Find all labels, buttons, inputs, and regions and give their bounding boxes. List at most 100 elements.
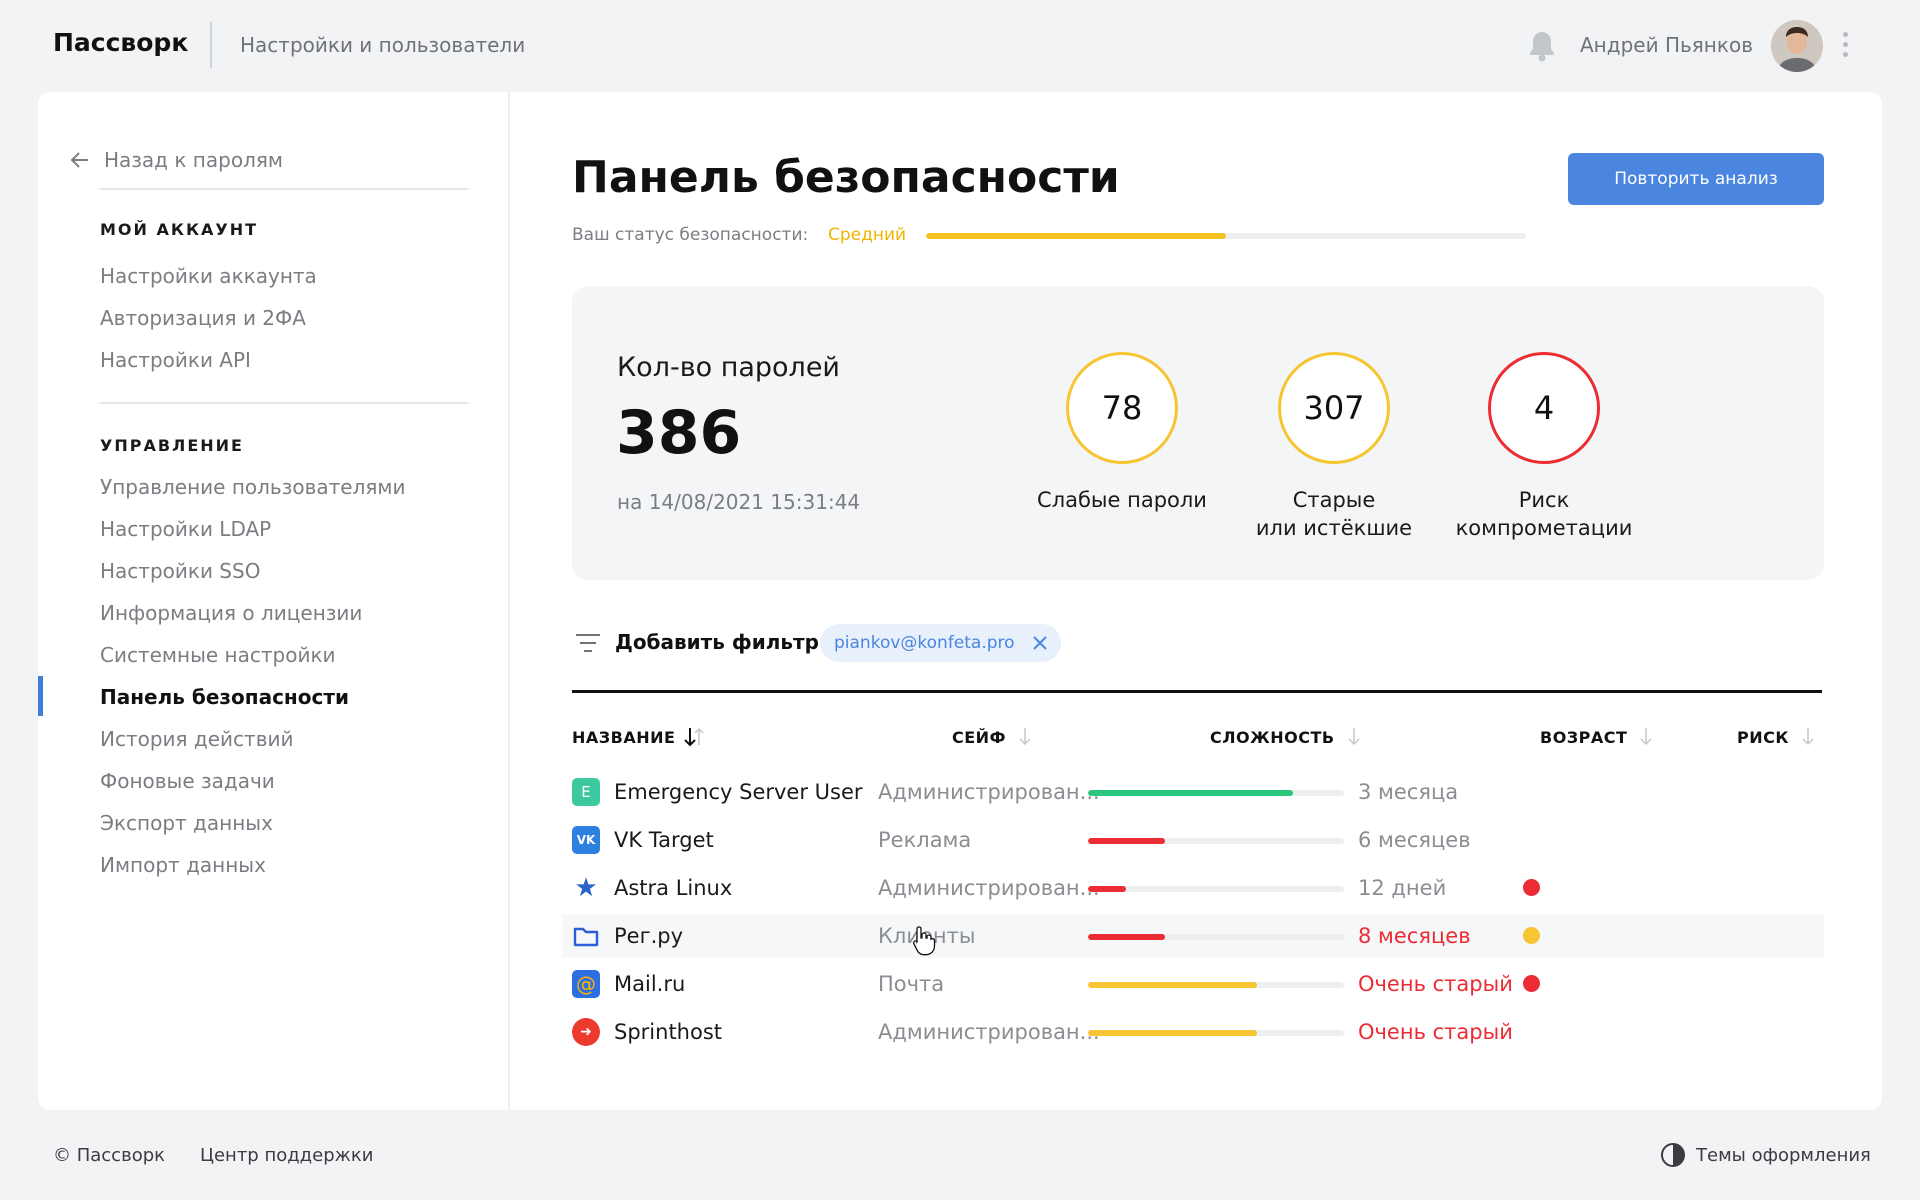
- avatar[interactable]: [1771, 20, 1823, 72]
- complexity-bar: [1088, 982, 1344, 988]
- sidebar-item-history[interactable]: История действий: [100, 727, 294, 751]
- row-age: 6 месяцев: [1358, 828, 1471, 852]
- themes-button[interactable]: Темы оформления: [1660, 1142, 1871, 1168]
- table-row[interactable]: @ Mail.ru Почта Очень старый: [562, 962, 1824, 1006]
- sidebar-item-system[interactable]: Системные настройки: [100, 643, 336, 667]
- vk-icon: VK: [572, 826, 600, 854]
- metric-caption: Слабые пароли: [1037, 488, 1207, 512]
- main-content: Панель безопасности Повторить анализ Ваш…: [510, 92, 1882, 1110]
- metric-weak[interactable]: 78 Слабые пароли: [1002, 352, 1242, 514]
- sidebar-item-background-tasks[interactable]: Фоновые задачи: [100, 769, 275, 793]
- password-count-date: на 14/08/2021 15:31:44: [617, 490, 861, 514]
- metric-old[interactable]: 307 Старые или истёкшие: [1214, 352, 1454, 542]
- column-header-complexity[interactable]: СЛОЖНОСТЬ: [1210, 726, 1365, 748]
- password-count-value: 386: [616, 398, 742, 468]
- complexity-bar: [1088, 838, 1344, 844]
- column-header-label: ВОЗРАСТ: [1540, 727, 1628, 747]
- hand-cursor-icon: [913, 926, 936, 956]
- metric-caption: Риск компрометации: [1455, 488, 1633, 540]
- sort-down-icon[interactable]: [1635, 726, 1657, 748]
- top-divider: [210, 22, 212, 68]
- row-safe: Администрирован...: [878, 876, 1100, 900]
- row-name: ★ Astra Linux: [572, 866, 732, 910]
- column-header-safe[interactable]: СЕЙФ: [952, 726, 1036, 748]
- page-title: Панель безопасности: [572, 152, 1120, 203]
- filter-icon[interactable]: [575, 633, 601, 653]
- sidebar-divider: [100, 402, 468, 404]
- table-row[interactable]: E Emergency Server User Администрирован.…: [562, 770, 1824, 814]
- more-menu-icon[interactable]: [1840, 32, 1850, 60]
- user-name[interactable]: Андрей Пьянков: [1580, 33, 1753, 57]
- add-filter-button[interactable]: Добавить фильтр: [615, 630, 819, 654]
- metric-ring: 78: [1066, 352, 1178, 464]
- letter-e-icon: E: [572, 778, 600, 806]
- column-header-name[interactable]: НАЗВАНИЕ: [572, 726, 705, 748]
- back-to-passwords-link[interactable]: Назад к паролям: [68, 148, 283, 172]
- sidebar-item-users[interactable]: Управление пользователями: [100, 475, 405, 499]
- complexity-fill: [1088, 838, 1165, 844]
- row-name: E Emergency Server User: [572, 770, 863, 814]
- sidebar-divider: [100, 188, 468, 190]
- password-count-label: Кол-во паролей: [617, 352, 840, 383]
- row-name: ➜ Sprinthost: [572, 1010, 722, 1054]
- row-age: Очень старый: [1358, 1020, 1513, 1044]
- sidebar-item-security[interactable]: Панель безопасности: [100, 685, 349, 709]
- complexity-fill: [1088, 982, 1257, 988]
- sort-down-icon[interactable]: [1797, 726, 1819, 748]
- contrast-icon: [1661, 1143, 1685, 1167]
- metric-ring: 4: [1488, 352, 1600, 464]
- row-age: 12 дней: [1358, 876, 1447, 900]
- column-header-age[interactable]: ВОЗРАСТ: [1540, 726, 1657, 748]
- sidebar-item-license[interactable]: Информация о лицензии: [100, 601, 362, 625]
- active-indicator: [38, 676, 43, 716]
- footer-copyright: © Пассворк: [53, 1145, 165, 1166]
- sidebar-item-api-settings[interactable]: Настройки API: [100, 348, 251, 372]
- row-name-text: Sprinthost: [614, 1020, 723, 1044]
- row-safe: Почта: [878, 972, 945, 996]
- complexity-bar: [1088, 1030, 1344, 1036]
- sort-down-icon[interactable]: [1014, 726, 1036, 748]
- folder-icon: [573, 927, 599, 947]
- close-icon[interactable]: [1031, 634, 1049, 652]
- row-safe: Администрирован...: [878, 1020, 1100, 1044]
- settings-card: Назад к паролям МОЙ АККАУНТ Настройки ак…: [38, 92, 1882, 1110]
- table-row[interactable]: Рег.ру Клиенты 8 месяцев: [562, 914, 1824, 958]
- sidebar-item-import[interactable]: Импорт данных: [100, 853, 266, 877]
- sidebar-item-export[interactable]: Экспорт данных: [100, 811, 273, 835]
- rocket-icon: ➜: [572, 1018, 600, 1046]
- table-row[interactable]: ➜ Sprinthost Администрирован... Очень ст…: [562, 1010, 1824, 1054]
- complexity-fill: [1088, 1030, 1257, 1036]
- arrow-left-icon: [70, 152, 88, 168]
- themes-label: Темы оформления: [1696, 1144, 1871, 1166]
- row-age: Очень старый: [1358, 972, 1513, 996]
- complexity-bar: [1088, 934, 1344, 940]
- column-header-risk[interactable]: РИСК: [1737, 726, 1819, 748]
- support-center-link[interactable]: Центр поддержки: [200, 1145, 373, 1166]
- sort-down-icon[interactable]: [1343, 726, 1365, 748]
- table-top-border: [572, 690, 1822, 693]
- sidebar-heading-account: МОЙ АККАУНТ: [100, 220, 259, 239]
- sidebar-item-ldap[interactable]: Настройки LDAP: [100, 517, 271, 541]
- sidebar-item-sso[interactable]: Настройки SSO: [100, 559, 260, 583]
- row-name-text: VK Target: [614, 828, 714, 852]
- table-row[interactable]: ★ Astra Linux Администрирован... 12 дней: [562, 866, 1824, 910]
- row-name-text: Astra Linux: [614, 876, 733, 900]
- sidebar-item-account-settings[interactable]: Настройки аккаунта: [100, 264, 317, 288]
- table-row[interactable]: VK VK Target Реклама 6 месяцев: [562, 818, 1824, 862]
- complexity-fill: [1088, 886, 1127, 892]
- at-icon: @: [572, 970, 600, 998]
- risk-dot: [1523, 927, 1540, 944]
- sidebar-item-auth-2fa[interactable]: Авторизация и 2ФА: [100, 306, 306, 330]
- security-status-bar: [926, 233, 1526, 239]
- risk-dot: [1523, 975, 1540, 992]
- row-name-text: Emergency Server User: [614, 780, 863, 804]
- column-header-label: НАЗВАНИЕ: [572, 727, 676, 747]
- metric-compromised[interactable]: 4 Риск компрометации: [1424, 352, 1664, 542]
- bell-icon[interactable]: [1528, 30, 1556, 62]
- repeat-analysis-button[interactable]: Повторить анализ: [1568, 153, 1824, 205]
- sort-icon[interactable]: [683, 726, 705, 748]
- brand-logo[interactable]: Пассворк: [53, 28, 188, 57]
- row-name-text: Рег.ру: [614, 924, 684, 948]
- row-age: 3 месяца: [1358, 780, 1459, 804]
- metric-caption: Старые или истёкшие: [1255, 488, 1413, 540]
